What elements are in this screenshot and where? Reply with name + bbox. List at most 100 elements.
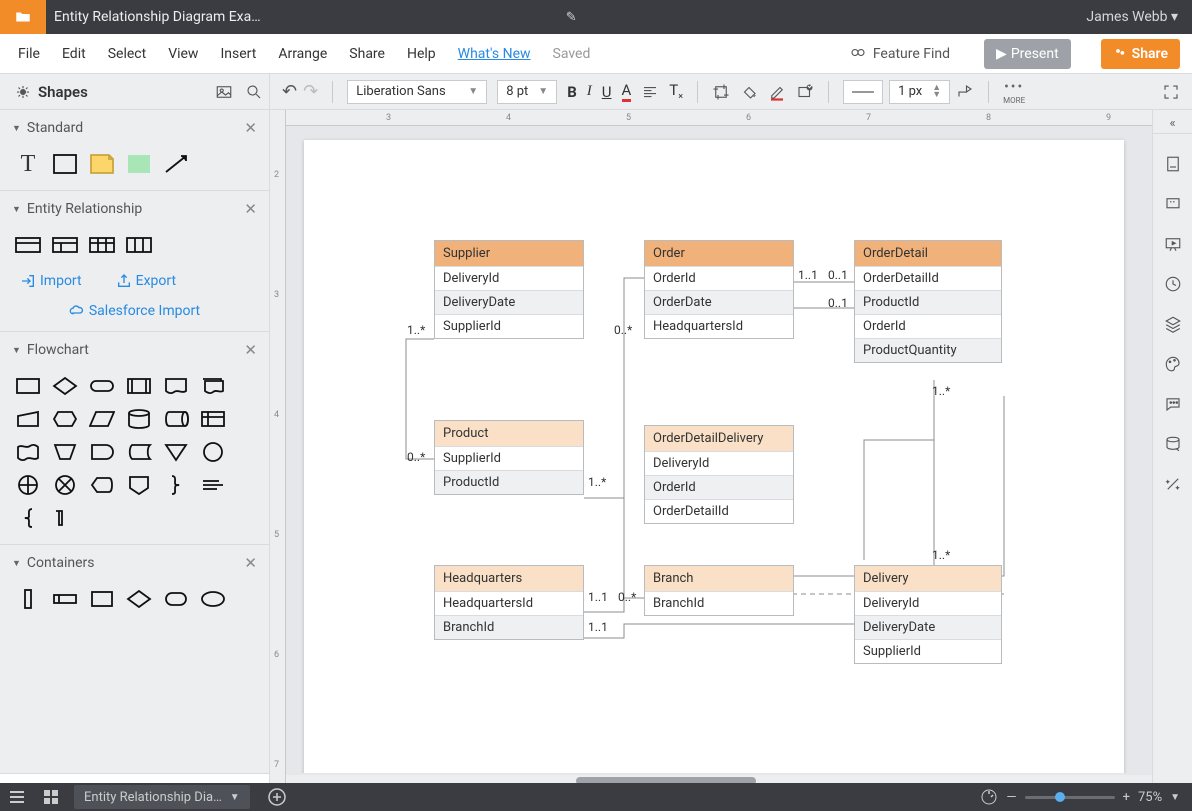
entity-branch[interactable]: Branch BranchId bbox=[644, 565, 794, 616]
shape-block[interactable] bbox=[51, 152, 79, 176]
search-icon[interactable] bbox=[239, 77, 269, 107]
zoom-slider[interactable] bbox=[1025, 796, 1115, 799]
page-tab[interactable]: Entity Relationship Dia…▼ bbox=[74, 785, 250, 809]
feature-find-button[interactable]: Feature Find bbox=[849, 45, 950, 63]
zoom-out-icon[interactable]: — bbox=[1006, 790, 1016, 805]
border-color-icon[interactable] bbox=[768, 83, 786, 101]
line-width-select[interactable]: 1 px▲▼ bbox=[889, 80, 950, 104]
ct-4[interactable] bbox=[125, 587, 153, 611]
entity-delivery[interactable]: Delivery DeliveryId DeliveryDate Supplie… bbox=[854, 565, 1002, 664]
autosave-icon[interactable] bbox=[980, 788, 998, 806]
fill-icon[interactable] bbox=[740, 83, 758, 101]
entity-headquarters[interactable]: Headquarters HeadquartersId BranchId bbox=[434, 565, 584, 640]
section-entity-rel[interactable]: ▼Entity Relationship✕ bbox=[12, 191, 257, 227]
shape-hotspot[interactable] bbox=[125, 152, 153, 176]
page[interactable]: Supplier DeliveryId DeliveryDate Supplie… bbox=[304, 140, 1124, 773]
dock-theme-icon[interactable] bbox=[1159, 346, 1187, 382]
section-containers[interactable]: ▼Containers✕ bbox=[12, 545, 257, 581]
folder-icon[interactable] bbox=[0, 0, 46, 34]
dock-present-icon[interactable] bbox=[1159, 226, 1187, 262]
menu-share[interactable]: Share bbox=[349, 46, 385, 62]
zoom-value[interactable]: 75% bbox=[1138, 790, 1162, 805]
fc-card[interactable] bbox=[51, 506, 79, 530]
fc-delay[interactable] bbox=[88, 440, 116, 464]
menu-help[interactable]: Help bbox=[407, 46, 436, 62]
crop-icon[interactable] bbox=[712, 83, 730, 101]
entity-orderdetail[interactable]: OrderDetail OrderDetailId ProductId Orde… bbox=[854, 240, 1002, 363]
menu-insert[interactable]: Insert bbox=[220, 46, 256, 62]
shape-line[interactable] bbox=[162, 152, 190, 176]
dock-comment-icon[interactable] bbox=[1159, 186, 1187, 222]
fc-note[interactable] bbox=[199, 473, 227, 497]
fc-terminator[interactable] bbox=[88, 374, 116, 398]
text-color-icon[interactable]: A bbox=[622, 81, 632, 102]
fc-preparation[interactable] bbox=[51, 407, 79, 431]
shape-note[interactable] bbox=[88, 152, 116, 176]
dock-layers-icon[interactable] bbox=[1159, 306, 1187, 342]
close-icon[interactable]: ✕ bbox=[244, 200, 257, 218]
menu-arrange[interactable]: Arrange bbox=[278, 46, 327, 62]
entity-product[interactable]: Product SupplierId ProductId bbox=[434, 420, 584, 495]
canvas[interactable]: Supplier DeliveryId DeliveryDate Supplie… bbox=[286, 126, 1152, 773]
grid-view-icon[interactable] bbox=[34, 783, 68, 811]
entity-supplier[interactable]: Supplier DeliveryId DeliveryDate Supplie… bbox=[434, 240, 584, 339]
redo-icon[interactable]: ↷ bbox=[303, 81, 318, 102]
user-menu[interactable]: James Webb ▾ bbox=[1072, 9, 1192, 25]
zoom-in-icon[interactable]: + bbox=[1123, 790, 1130, 805]
fc-stored[interactable] bbox=[125, 440, 153, 464]
line-style-select[interactable] bbox=[843, 80, 883, 104]
italic-icon[interactable]: I bbox=[587, 83, 592, 100]
ct-1[interactable] bbox=[14, 587, 42, 611]
er-salesforce-link[interactable]: Salesforce Import bbox=[12, 303, 257, 331]
collapse-dock-icon[interactable]: « bbox=[1153, 114, 1192, 134]
clear-format-icon[interactable]: T× bbox=[669, 81, 683, 102]
bold-icon[interactable]: B bbox=[567, 83, 577, 101]
fc-brace-r[interactable] bbox=[162, 473, 190, 497]
menu-whats-new[interactable]: What's New bbox=[458, 46, 531, 62]
ct-3[interactable] bbox=[88, 587, 116, 611]
menu-file[interactable]: File bbox=[18, 46, 40, 62]
add-page-icon[interactable] bbox=[260, 783, 294, 811]
ct-2[interactable] bbox=[51, 587, 79, 611]
section-standard[interactable]: ▼Standard✕ bbox=[12, 110, 257, 146]
present-button[interactable]: ▶ Present bbox=[984, 39, 1071, 69]
align-icon[interactable] bbox=[641, 83, 659, 101]
entity-order[interactable]: Order OrderId OrderDate HeadquartersId bbox=[644, 240, 794, 339]
dock-database-icon[interactable] bbox=[1159, 426, 1187, 462]
document-title[interactable]: Entity Relationship Diagram Exa… bbox=[46, 9, 558, 25]
line-routing-icon[interactable] bbox=[956, 83, 974, 101]
insert-image-icon[interactable] bbox=[209, 77, 239, 107]
shapes-panel-toggle[interactable]: Shapes bbox=[0, 83, 209, 101]
fullscreen-icon[interactable] bbox=[1162, 83, 1180, 101]
er-export-link[interactable]: Export bbox=[116, 273, 176, 289]
fc-database[interactable] bbox=[125, 407, 153, 431]
underline-icon[interactable]: U bbox=[602, 83, 612, 101]
fc-multidoc[interactable] bbox=[199, 374, 227, 398]
ct-5[interactable] bbox=[162, 587, 190, 611]
dock-magic-icon[interactable] bbox=[1159, 466, 1187, 502]
close-icon[interactable]: ✕ bbox=[244, 119, 257, 137]
pencil-icon[interactable]: ✎ bbox=[566, 10, 577, 25]
font-size-select[interactable]: 8 pt▼ bbox=[497, 80, 557, 104]
shape-style-icon[interactable] bbox=[796, 83, 814, 101]
section-flowchart[interactable]: ▼Flowchart✕ bbox=[12, 332, 257, 368]
undo-icon[interactable]: ↶ bbox=[282, 81, 297, 102]
fc-or[interactable] bbox=[14, 473, 42, 497]
er-shape-1[interactable] bbox=[14, 233, 42, 257]
fc-internal[interactable] bbox=[199, 407, 227, 431]
fc-display[interactable] bbox=[88, 473, 116, 497]
fc-sum[interactable] bbox=[51, 473, 79, 497]
fc-data[interactable] bbox=[88, 407, 116, 431]
shape-text[interactable]: T bbox=[14, 152, 42, 176]
menu-view[interactable]: View bbox=[168, 46, 198, 62]
close-icon[interactable]: ✕ bbox=[244, 554, 257, 572]
fc-predef[interactable] bbox=[125, 374, 153, 398]
font-family-select[interactable]: Liberation Sans▼ bbox=[347, 80, 487, 104]
fc-manual-input[interactable] bbox=[14, 407, 42, 431]
dock-chat-icon[interactable] bbox=[1159, 386, 1187, 422]
ct-6[interactable] bbox=[199, 587, 227, 611]
er-shape-4[interactable] bbox=[125, 233, 153, 257]
dock-page-icon[interactable] bbox=[1159, 146, 1187, 182]
fc-connector[interactable] bbox=[199, 440, 227, 464]
share-button[interactable]: Share bbox=[1101, 39, 1180, 69]
